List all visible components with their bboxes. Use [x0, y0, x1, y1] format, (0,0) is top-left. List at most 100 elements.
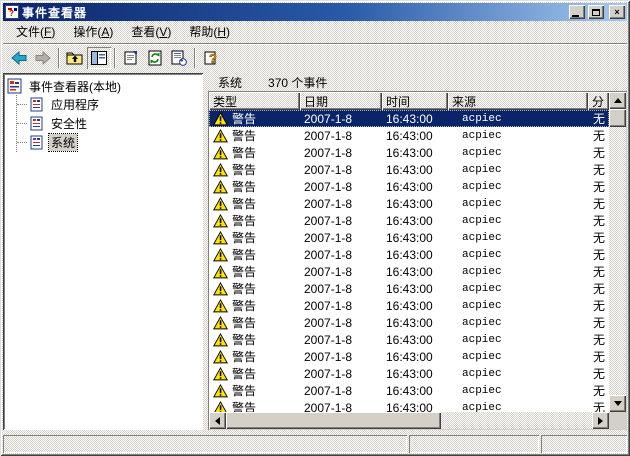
down-arrow-icon [614, 401, 622, 406]
event-row[interactable]: 警告 2007-1-8 16:43:00 acpiec 无 [209, 178, 609, 195]
warning-icon [213, 333, 228, 347]
event-row[interactable]: 警告 2007-1-8 16:43:00 acpiec 无 [209, 144, 609, 161]
event-date-cell: 2007-1-8 [300, 144, 382, 161]
event-time-cell: 16:43:00 [382, 212, 448, 229]
event-source-cell: acpiec [448, 263, 588, 280]
warning-icon [213, 180, 228, 194]
help-button[interactable]: ? [199, 47, 223, 69]
event-type-text: 警告 [232, 399, 256, 412]
event-date-cell: 2007-1-8 [300, 297, 382, 314]
event-row[interactable]: 警告 2007-1-8 16:43:00 acpiec 无 [209, 314, 609, 331]
minimize-button[interactable] [569, 5, 585, 19]
horizontal-scroll-track[interactable] [441, 412, 592, 429]
forward-button[interactable] [31, 47, 55, 69]
tree-children: 应用程序 安全性 [16, 95, 201, 152]
close-button[interactable]: × [609, 5, 625, 19]
scroll-down-button[interactable] [609, 395, 626, 412]
event-time-cell: 16:43:00 [382, 331, 448, 348]
menu-item-f[interactable]: 文件(F) [7, 21, 64, 43]
tree-item-label: 应用程序 [49, 96, 101, 113]
back-button[interactable] [7, 47, 31, 69]
event-source-cell: acpiec [448, 297, 588, 314]
warning-icon [213, 231, 228, 245]
event-row[interactable]: 警告 2007-1-8 16:43:00 acpiec 无 [209, 246, 609, 263]
refresh-button[interactable] [143, 47, 167, 69]
status-section-right [541, 435, 627, 453]
event-time-cell: 16:43:00 [382, 246, 448, 263]
warning-icon [213, 282, 228, 296]
event-row[interactable]: 警告 2007-1-8 16:43:00 acpiec 无 [209, 263, 609, 280]
event-type-text: 警告 [232, 161, 256, 178]
event-viewer-root-icon [7, 78, 23, 94]
tree-root-event-viewer[interactable]: 事件查看器(本地) [7, 77, 201, 95]
event-source-cell: acpiec [448, 314, 588, 331]
event-time-cell: 16:43:00 [382, 348, 448, 365]
warning-icon [213, 265, 228, 279]
event-row[interactable]: 警告 2007-1-8 16:43:00 acpiec 无 [209, 110, 609, 127]
warning-icon [213, 316, 228, 330]
event-row[interactable]: 警告 2007-1-8 16:43:00 acpiec 无 [209, 212, 609, 229]
column-header-category[interactable]: 分 [588, 92, 609, 110]
tree-item-security[interactable]: 安全性 [17, 114, 201, 133]
event-row[interactable]: 警告 2007-1-8 16:43:00 acpiec 无 [209, 127, 609, 144]
event-category-cell: 无 [588, 229, 609, 246]
event-time-cell: 16:43:00 [382, 127, 448, 144]
event-type-text: 警告 [232, 365, 256, 382]
event-row[interactable]: 警告 2007-1-8 16:43:00 acpiec 无 [209, 161, 609, 178]
event-row[interactable]: 警告 2007-1-8 16:43:00 acpiec 无 [209, 382, 609, 399]
event-source-cell: acpiec [448, 212, 588, 229]
up-one-level-button[interactable] [63, 47, 87, 69]
event-type-text: 警告 [232, 263, 256, 280]
console-tree-icon [91, 51, 107, 65]
scroll-up-button[interactable] [609, 92, 626, 109]
maximize-button[interactable] [588, 5, 604, 19]
event-row[interactable]: 警告 2007-1-8 16:43:00 acpiec 无 [209, 195, 609, 212]
tree-root-label: 事件查看器(本地) [27, 78, 123, 95]
show-hide-console-tree-button[interactable] [87, 47, 111, 69]
event-source-cell: acpiec [448, 229, 588, 246]
event-row[interactable]: 警告 2007-1-8 16:43:00 acpiec 无 [209, 399, 609, 412]
title-bar[interactable]: ? 事件查看器 × [3, 3, 627, 21]
tree-item-system[interactable]: 系统 [17, 133, 201, 152]
column-header-source[interactable]: 来源 [448, 92, 588, 110]
event-type-text: 警告 [232, 212, 256, 229]
event-row[interactable]: 警告 2007-1-8 16:43:00 acpiec 无 [209, 297, 609, 314]
event-category-cell: 无 [588, 399, 609, 412]
event-type-text: 警告 [232, 144, 256, 161]
event-category-cell: 无 [588, 314, 609, 331]
column-header-time[interactable]: 时间 [382, 92, 448, 110]
event-time-cell: 16:43:00 [382, 297, 448, 314]
event-source-cell: acpiec [448, 399, 588, 412]
up-folder-icon [66, 50, 84, 66]
column-header-type[interactable]: 类型 [209, 92, 300, 110]
properties-button[interactable] [119, 47, 143, 69]
column-header-date[interactable]: 日期 [300, 92, 382, 110]
scroll-left-button[interactable] [209, 412, 226, 429]
vertical-scrollbar [609, 92, 626, 412]
event-type-cell: 警告 [209, 314, 300, 331]
event-row[interactable]: 警告 2007-1-8 16:43:00 acpiec 无 [209, 280, 609, 297]
event-type-text: 警告 [232, 314, 256, 331]
scroll-right-button[interactable] [592, 412, 609, 429]
horizontal-scroll-thumb[interactable] [226, 412, 441, 429]
event-row[interactable]: 警告 2007-1-8 16:43:00 acpiec 无 [209, 348, 609, 365]
event-category-cell: 无 [588, 110, 609, 127]
event-category-cell: 无 [588, 212, 609, 229]
menu-item-a[interactable]: 操作(A) [64, 21, 122, 43]
menu-item-v[interactable]: 查看(V) [122, 21, 180, 43]
export-list-button[interactable] [167, 47, 191, 69]
warning-icon [213, 401, 228, 413]
tree-item-application[interactable]: 应用程序 [17, 95, 201, 114]
event-type-cell: 警告 [209, 229, 300, 246]
warning-icon [213, 248, 228, 262]
tree-item-label: 安全性 [49, 115, 89, 132]
vertical-scroll-track[interactable] [609, 127, 626, 395]
event-row[interactable]: 警告 2007-1-8 16:43:00 acpiec 无 [209, 229, 609, 246]
toolbar-separator [58, 48, 60, 68]
event-date-cell: 2007-1-8 [300, 110, 382, 127]
event-row[interactable]: 警告 2007-1-8 16:43:00 acpiec 无 [209, 331, 609, 348]
vertical-scroll-thumb[interactable] [609, 109, 626, 127]
menu-item-h[interactable]: 帮助(H) [180, 21, 239, 43]
event-source-cell: acpiec [448, 195, 588, 212]
event-row[interactable]: 警告 2007-1-8 16:43:00 acpiec 无 [209, 365, 609, 382]
